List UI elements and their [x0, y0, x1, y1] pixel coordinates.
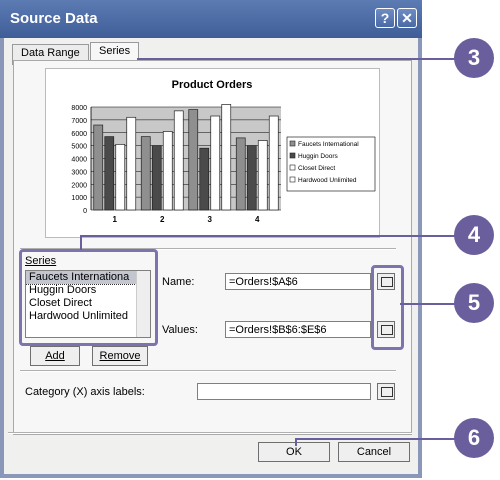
values-field[interactable]: =Orders!$B$6:$E$6 [225, 321, 371, 338]
x-tick-label: 2 [160, 215, 165, 224]
remove-series-button[interactable]: Remove [92, 346, 148, 366]
y-tick-label: 1000 [71, 195, 87, 202]
category-collapse-button[interactable] [377, 383, 395, 400]
collapse-buttons-highlight-frame [371, 265, 404, 350]
chart-preview: Product Orders 0 1000 2000 3000 4000 5000 6000 7… [45, 68, 380, 238]
bar-faucets-international [140, 136, 151, 211]
add-label: Add [45, 350, 65, 362]
callout-6: 6 [454, 418, 494, 458]
callout-4-drop [80, 235, 82, 250]
values-label: Values: [162, 324, 198, 336]
bar-huggin-doors [246, 145, 257, 211]
x-tick-label: 3 [208, 215, 213, 224]
callout-4-line [80, 235, 458, 237]
category-field[interactable] [197, 383, 371, 400]
name-label: Name: [162, 276, 195, 288]
bar-hardwood-unlimited [126, 116, 137, 211]
category-label: Category (X) axis labels: [25, 386, 145, 398]
y-tick-label: 2000 [71, 182, 87, 189]
legend-entry: Huggin Doors [298, 153, 338, 160]
legend-swatch [289, 140, 296, 147]
legend-swatch [289, 176, 296, 183]
separator [8, 432, 412, 434]
separator [20, 370, 396, 372]
callout-3: 3 [454, 38, 494, 78]
bar-faucets-international [188, 109, 199, 211]
chart-title: Product Orders [172, 79, 253, 91]
series-highlight-frame [19, 249, 158, 346]
callout-6-drop [295, 438, 297, 446]
dialog-title: Source Data [10, 10, 98, 27]
y-tick-label: 3000 [71, 169, 87, 176]
y-tick-label: 5000 [71, 144, 87, 151]
help-button[interactable]: ? [375, 8, 395, 28]
y-tick-label: 0 [83, 208, 87, 215]
bar-huggin-doors [151, 145, 162, 211]
bar-closet-direct [162, 131, 173, 211]
callout-3-line [137, 58, 458, 60]
bar-closet-direct [257, 140, 268, 211]
cancel-button[interactable]: Cancel [338, 442, 410, 462]
callout-6-line [295, 438, 458, 440]
bar-closet-direct [115, 143, 126, 211]
bar-hardwood-unlimited [268, 115, 279, 211]
source-data-dialog: Source Data ? ✕ Data Range Series Produc… [0, 0, 422, 478]
legend-entry: Faucets International [298, 141, 359, 148]
title-bar[interactable]: Source Data ? ✕ [0, 0, 422, 38]
callout-4: 4 [454, 215, 494, 255]
add-series-button[interactable]: Add [30, 346, 80, 366]
bar-huggin-doors [104, 136, 115, 211]
callout-5: 5 [454, 283, 494, 323]
close-button[interactable]: ✕ [397, 8, 417, 28]
x-tick-label: 1 [113, 215, 118, 224]
bar-huggin-doors [199, 147, 210, 211]
legend-entry: Closet Direct [298, 165, 335, 172]
callout-5-line [400, 303, 458, 305]
y-tick-label: 7000 [71, 118, 87, 125]
legend-entry: Hardwood Unlimited [298, 177, 357, 184]
y-tick-label: 4000 [71, 157, 87, 164]
bar-closet-direct [210, 115, 221, 211]
remove-label: Remove [99, 350, 141, 362]
y-tick-label: 6000 [71, 131, 87, 138]
legend-swatch [289, 152, 296, 159]
bar-faucets-international [235, 137, 246, 211]
bar-hardwood-unlimited [221, 104, 232, 211]
bar-faucets-international [93, 124, 104, 211]
y-tick-label: 8000 [71, 105, 87, 112]
legend-swatch [289, 164, 296, 171]
bar-hardwood-unlimited [173, 110, 184, 211]
collapse-dialog-icon [381, 387, 393, 397]
x-tick-label: 4 [255, 215, 260, 224]
ok-button[interactable]: OK [258, 442, 330, 462]
name-field[interactable]: =Orders!$A$6 [225, 273, 371, 290]
product-orders-chart: Product Orders 0 1000 2000 3000 4000 5000 6000 7… [71, 79, 376, 224]
